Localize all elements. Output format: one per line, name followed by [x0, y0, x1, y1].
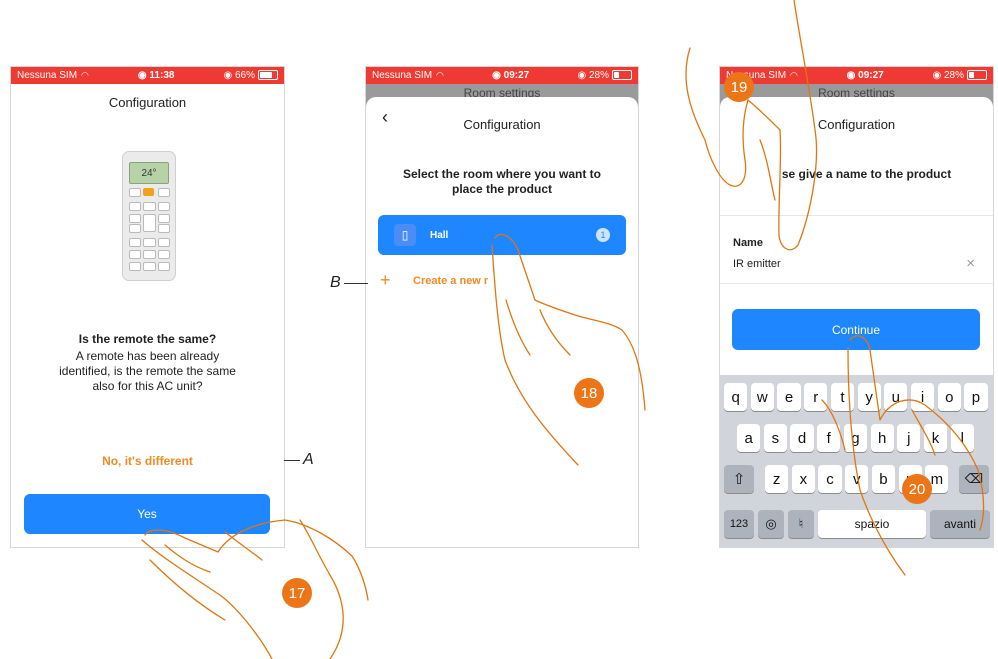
key-p[interactable]: p [964, 383, 988, 411]
key-h[interactable]: h [870, 424, 894, 452]
status-bar: Nessuna SIM ◠ ◉ 11:38 ◉ 66% [11, 67, 284, 84]
battery-indicator: ◉ 28% [932, 70, 987, 81]
room-door-icon: ▯ [394, 224, 416, 246]
key-i[interactable]: i [910, 383, 935, 411]
time-label: ◉ 11:38 [137, 70, 175, 81]
room-name: Hall [430, 229, 449, 241]
key-r[interactable]: r [804, 383, 828, 411]
room-instruction: Select the room where you want to place … [402, 167, 602, 196]
key-f[interactable]: f [817, 424, 841, 452]
key-e[interactable]: e [777, 383, 801, 411]
phone-screen-2: Nessuna SIM ◠ ◉ 09:27 ◉ 28% Room settings… [365, 66, 639, 548]
key-w[interactable]: w [750, 383, 774, 411]
yes-button[interactable]: Yes [24, 494, 270, 534]
page-title: Configuration [463, 117, 541, 132]
numbers-key[interactable]: 123 [724, 510, 754, 538]
callout-line-a [284, 460, 300, 461]
question-heading: Is the remote the same? [78, 332, 217, 346]
modal-sheet: Configuration se give a name to the prod… [720, 97, 993, 375]
time-label: ◉ 09:27 [492, 70, 530, 81]
microphone-key-icon[interactable]: ♮ [788, 510, 814, 538]
phone-screen-1: Nessuna SIM ◠ ◉ 11:38 ◉ 66% Configuration… [10, 66, 285, 548]
key-z[interactable]: z [765, 465, 789, 493]
key-t[interactable]: t [830, 383, 855, 411]
step-badge-20: 20 [902, 474, 932, 504]
key-v[interactable]: v [845, 465, 869, 493]
battery-indicator: ◉ 66% [223, 70, 278, 81]
keyboard: qwertyuiop asdfghjkl zxcvbnm ⇧ ⌫ 123 ◎ ♮… [720, 375, 993, 547]
key-g[interactable]: g [843, 424, 868, 452]
add-room-plus-icon[interactable]: + [380, 270, 391, 291]
page-title: Configuration [108, 95, 187, 110]
wifi-icon: ◠ [436, 70, 444, 80]
power-button-icon [143, 188, 154, 196]
time-label: ◉ 09:27 [846, 70, 884, 81]
globe-key-icon[interactable]: ◎ [758, 510, 784, 538]
key-l[interactable]: l [950, 424, 974, 452]
shift-key-icon[interactable]: ⇧ [724, 465, 754, 493]
name-field-label: Name [733, 237, 763, 249]
remote-control-icon: 24° [122, 151, 176, 281]
no-different-link[interactable]: No, it's different [11, 454, 284, 468]
key-o[interactable]: o [937, 383, 961, 411]
wifi-icon: ◠ [81, 70, 89, 80]
key-y[interactable]: y [857, 383, 881, 411]
status-bar: Nessuna SIM ◠ ◉ 09:27 ◉ 28% [366, 67, 638, 84]
create-room-link[interactable]: Create a new r [413, 275, 488, 287]
clear-input-icon[interactable]: × [966, 255, 975, 272]
key-k[interactable]: k [923, 424, 948, 452]
continue-button[interactable]: Continue [732, 309, 980, 350]
callout-label-b: B [330, 274, 341, 291]
question-description: A remote has been already identified, is… [59, 349, 236, 393]
step-badge-18: 18 [574, 378, 604, 408]
key-b[interactable]: b [871, 465, 896, 493]
battery-icon [611, 70, 632, 81]
key-d[interactable]: d [790, 424, 814, 452]
room-count-badge: 1 [596, 228, 610, 242]
battery-icon [258, 70, 278, 81]
carrier-label: Nessuna SIM ◠ [372, 70, 444, 81]
key-c[interactable]: c [818, 465, 842, 493]
space-key[interactable]: spazio [818, 510, 926, 538]
key-a[interactable]: a [737, 424, 761, 452]
key-x[interactable]: x [791, 465, 815, 493]
enter-key[interactable]: avanti [930, 510, 990, 538]
name-instruction: se give a name to the product [781, 167, 952, 181]
backspace-key-icon[interactable]: ⌫ [959, 465, 989, 493]
name-input[interactable]: IR emitter [733, 258, 781, 270]
modal-sheet: ‹ Configuration Select the room where yo… [366, 97, 638, 547]
step-badge-19: 19 [724, 72, 754, 102]
page-title: Configuration [817, 117, 896, 132]
phone-screen-3: Nessuna SIM ◠ ◉ 09:27 ◉ 28% Room settings… [719, 66, 994, 548]
key-q[interactable]: q [724, 383, 748, 411]
status-bar: Nessuna SIM ◠ ◉ 09:27 ◉ 28% [720, 67, 993, 84]
battery-indicator: ◉ 28% [577, 70, 632, 81]
callout-label-a: A [303, 451, 314, 468]
remote-display: 24° [129, 162, 169, 184]
wifi-icon: ◠ [790, 70, 798, 80]
key-s[interactable]: s [763, 424, 787, 452]
key-j[interactable]: j [897, 424, 921, 452]
battery-icon [966, 70, 987, 81]
carrier-label: Nessuna SIM ◠ [17, 70, 89, 81]
room-item-hall[interactable]: ▯ Hall 1 [378, 215, 626, 255]
key-u[interactable]: u [884, 383, 908, 411]
step-badge-17: 17 [282, 578, 312, 608]
callout-line-b [344, 283, 368, 284]
